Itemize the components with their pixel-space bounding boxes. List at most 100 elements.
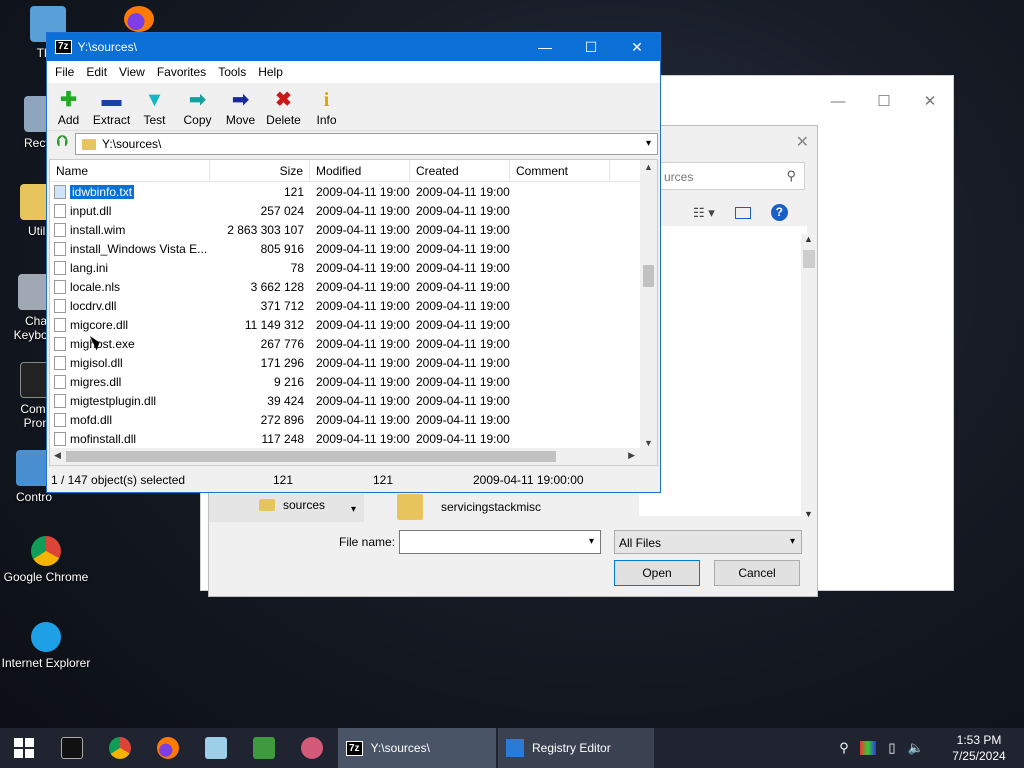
- column-header-comment[interactable]: Comment: [510, 160, 610, 181]
- copy-button[interactable]: ➡ Copy: [176, 83, 219, 130]
- file-name: mighost.exe: [70, 336, 135, 351]
- window-title: Y:\sources\: [77, 40, 137, 54]
- cancel-button[interactable]: Cancel: [714, 560, 800, 586]
- table-row[interactable]: mighost.exe 267 776 2009-04-11 19:00 2009-0…: [50, 334, 657, 353]
- menu-help[interactable]: Help: [252, 65, 289, 79]
- scroll-up-icon[interactable]: ▲: [804, 234, 813, 244]
- maximize-button[interactable]: ☐: [568, 39, 614, 56]
- file-name-cell: install_Windows Vista E...: [50, 241, 210, 256]
- menu-view[interactable]: View: [113, 65, 151, 79]
- chevron-down-icon[interactable]: ▾: [589, 536, 594, 547]
- table-row[interactable]: input.dll 257 024 2009-04-11 19:00 2009-04-…: [50, 201, 657, 220]
- volume-muted-icon[interactable]: 🔈: [904, 740, 928, 756]
- taskbar-task-registry-editor[interactable]: Registry Editor: [498, 728, 654, 768]
- scrollbar-thumb[interactable]: [66, 451, 556, 462]
- column-header-size[interactable]: Size: [210, 160, 310, 181]
- horizontal-scrollbar[interactable]: ◀ ▶: [50, 448, 657, 465]
- taskbar-firefox[interactable]: [144, 728, 192, 768]
- dialog-close-button[interactable]: ✕: [796, 132, 809, 152]
- file-name-input[interactable]: ▾: [399, 530, 601, 554]
- taskbar-notepad[interactable]: [192, 728, 240, 768]
- up-folder-icon[interactable]: ⮉: [49, 133, 75, 155]
- clock[interactable]: 1:53 PM 7/25/2024: [934, 732, 1024, 764]
- scroll-up-icon[interactable]: ▲: [644, 162, 653, 172]
- scroll-down-icon[interactable]: ▼: [644, 438, 653, 448]
- taskbar-spreadsheet[interactable]: [240, 728, 288, 768]
- taskbar: 7z Y:\sources\ Registry Editor ⚲ ▯ 🔈 1:5…: [0, 728, 1024, 768]
- scrollbar-thumb[interactable]: [803, 250, 815, 268]
- table-row[interactable]: install.wim 2 863 303 107 2009-04-11 19:00…: [50, 220, 657, 239]
- file-name: migcore.dll: [70, 317, 129, 332]
- view-options-icon[interactable]: ☷ ▾: [693, 205, 715, 221]
- test-button[interactable]: ▼ Test: [133, 83, 176, 130]
- close-button[interactable]: ✕: [907, 92, 953, 110]
- file-size-cell: 805 916: [260, 241, 304, 256]
- help-icon[interactable]: ?: [770, 204, 788, 221]
- close-button[interactable]: ✕: [614, 39, 660, 56]
- search-input[interactable]: urces ⚲: [657, 162, 805, 190]
- battery-icon[interactable]: ▯: [880, 740, 904, 756]
- file-type-select[interactable]: All Files ▾: [614, 530, 802, 554]
- add-button[interactable]: ✚ Add: [47, 83, 90, 130]
- chevron-down-icon[interactable]: ▾: [646, 138, 651, 149]
- nav-item-sources[interactable]: sources: [259, 498, 325, 512]
- menu-edit[interactable]: Edit: [80, 65, 113, 79]
- dialog-vertical-scrollbar[interactable]: ▲ ▼: [801, 234, 817, 519]
- file-created-cell: 2009-04-11 19:00: [416, 298, 510, 313]
- 7zip-titlebar[interactable]: 7z Y:\sources\ — ☐ ✕: [47, 33, 660, 61]
- file-name-cell: input.dll: [50, 203, 210, 218]
- taskbar-command-prompt[interactable]: [48, 728, 96, 768]
- minimize-button[interactable]: —: [522, 39, 568, 55]
- column-header-name[interactable]: Name: [50, 160, 210, 181]
- table-row[interactable]: mofd.dll 272 896 2009-04-11 19:00 2009-04-1…: [50, 410, 657, 429]
- folder-item-servicingstackmisc[interactable]: servicingstackmisc: [397, 494, 541, 520]
- table-row[interactable]: lang.ini 78 2009-04-11 19:00 2009-04-11 19:…: [50, 258, 657, 277]
- file-type-value: All Files: [619, 536, 662, 550]
- firefox-desktop-icon[interactable]: [124, 6, 154, 32]
- address-input[interactable]: Y:\sources\ ▾: [75, 133, 658, 155]
- scroll-right-icon[interactable]: ▶: [628, 450, 635, 461]
- table-row[interactable]: install_Windows Vista E... 805 916 2009-04…: [50, 239, 657, 258]
- delete-button[interactable]: ✖ Delete: [262, 83, 305, 130]
- minimize-button[interactable]: —: [815, 93, 861, 110]
- status-selection: 1 / 147 object(s) selected: [51, 473, 186, 487]
- scrollbar-thumb[interactable]: [643, 265, 654, 287]
- file-name: install.wim: [70, 222, 126, 237]
- menu-favorites[interactable]: Favorites: [151, 65, 212, 79]
- table-row[interactable]: migisol.dll 171 296 2009-04-11 19:00 2009-0…: [50, 353, 657, 372]
- taskbar-chrome[interactable]: [96, 728, 144, 768]
- info-button[interactable]: i Info: [305, 83, 348, 130]
- table-row[interactable]: locale.nls 3 662 128 2009-04-11 19:00 2009-…: [50, 277, 657, 296]
- table-row[interactable]: locdrv.dll 371 712 2009-04-11 19:00 2009-04…: [50, 296, 657, 315]
- table-row[interactable]: migres.dll 9 216 2009-04-11 19:00 2009-04-1…: [50, 372, 657, 391]
- start-button[interactable]: [0, 728, 48, 768]
- open-button[interactable]: Open: [614, 560, 700, 586]
- file-modified-cell: 2009-04-11 19:00: [316, 412, 410, 427]
- network-icon[interactable]: ⚲: [832, 740, 856, 756]
- scroll-down-icon[interactable]: ▼: [804, 509, 813, 519]
- table-row[interactable]: idwbinfo.txt 121 2009-04-11 19:00 2009-04-1…: [50, 182, 657, 201]
- scroll-left-icon[interactable]: ◀: [54, 450, 61, 461]
- menu-file[interactable]: File: [49, 65, 80, 79]
- desktop-icon-internet-explorer[interactable]: Internet Explorer: [0, 622, 92, 670]
- column-header-modified[interactable]: Modified: [310, 160, 410, 181]
- desktop-icon-google-chrome[interactable]: Google Chrome: [0, 536, 92, 584]
- maximize-button[interactable]: ☐: [861, 92, 907, 110]
- taskbar-snipping[interactable]: [288, 728, 336, 768]
- color-icon[interactable]: [860, 741, 876, 755]
- file-icon: [54, 298, 66, 313]
- table-row[interactable]: migcore.dll 11 149 312 2009-04-11 19:00 200…: [50, 315, 657, 334]
- taskbar-task-7zip[interactable]: 7z Y:\sources\: [338, 728, 496, 768]
- file-created-cell: 2009-04-11 19:00: [416, 222, 510, 237]
- move-button[interactable]: ➡ Move: [219, 83, 262, 130]
- move-icon: ➡: [232, 89, 249, 111]
- column-header-created[interactable]: Created: [410, 160, 510, 181]
- chevron-down-icon[interactable]: ▾: [351, 504, 356, 515]
- preview-pane-icon[interactable]: [734, 206, 751, 219]
- table-row[interactable]: mofinstall.dll 117 248 2009-04-11 19:00 200…: [50, 429, 657, 448]
- chrome-icon: [109, 737, 131, 759]
- extract-button[interactable]: ▬ Extract: [90, 83, 133, 130]
- table-row[interactable]: migtestplugin.dll 39 424 2009-04-11 19:00 2…: [50, 391, 657, 410]
- vertical-scrollbar[interactable]: ▲ ▼: [640, 160, 657, 450]
- menu-tools[interactable]: Tools: [212, 65, 252, 79]
